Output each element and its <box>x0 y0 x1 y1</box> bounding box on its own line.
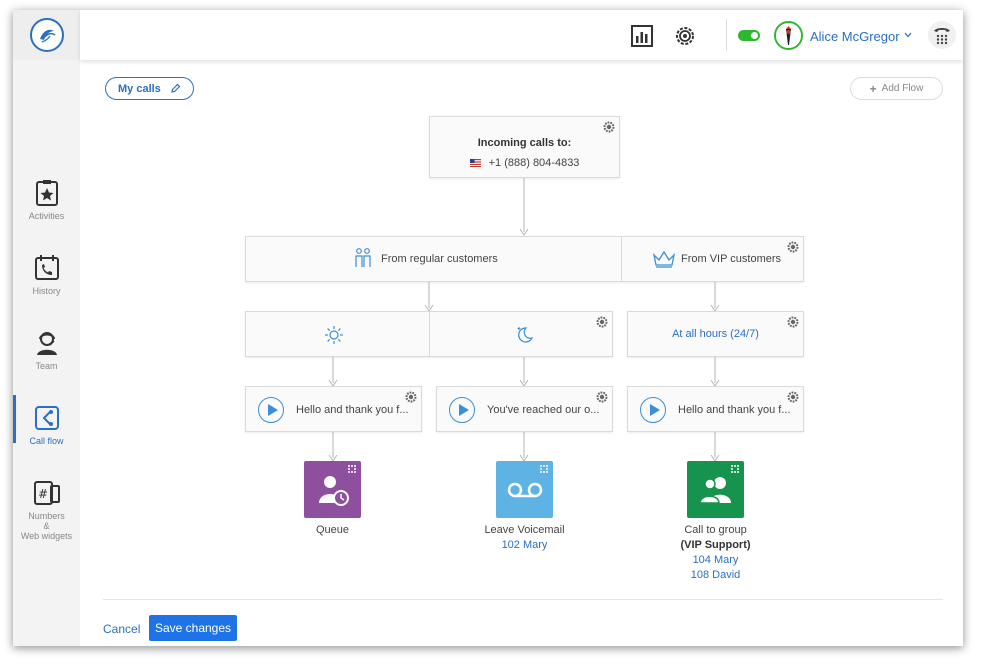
people-icon <box>355 248 371 267</box>
queue-title: Queue <box>315 524 350 536</box>
star-clipboard-icon <box>35 180 58 206</box>
sidebar-item-label: Call flow <box>29 436 64 446</box>
call-group-name: (VIP Support) <box>680 539 751 551</box>
vip-customers-branch[interactable]: From VIP customers <box>622 237 803 281</box>
call-group-title: Call to group <box>684 524 747 536</box>
availability-toggle[interactable] <box>738 30 760 41</box>
queue-label: Queue <box>284 523 381 538</box>
avatar[interactable] <box>774 21 803 50</box>
greeting-text: Hello and thank you f... <box>678 404 791 416</box>
group-member-link[interactable]: 108 David <box>660 568 771 583</box>
incoming-calls-title: Incoming calls to: <box>477 137 572 149</box>
daytime-branch[interactable] <box>246 312 429 356</box>
all-hours-box[interactable]: At all hours (24/7) <box>627 311 804 357</box>
user-name[interactable]: Alice McGregor <box>810 29 900 44</box>
crown-icon <box>652 250 676 268</box>
voicemail-title: Leave Voicemail <box>484 524 565 536</box>
vip-customers-label: From VIP customers <box>681 253 782 265</box>
voicemail-label: Leave Voicemail 102 Mary <box>469 523 580 553</box>
my-calls-label: My calls <box>118 82 161 95</box>
greeting-box-regular-night[interactable]: You've reached our o... <box>436 386 613 432</box>
gear-icon[interactable] <box>596 391 608 403</box>
plus-icon: + <box>869 81 877 96</box>
play-icon[interactable] <box>258 397 284 423</box>
incoming-calls-box[interactable]: Incoming calls to: +1 (888) 804-4833 <box>429 116 620 178</box>
greeting-text: You've reached our o... <box>487 404 600 416</box>
settings-gear-icon[interactable] <box>673 24 697 48</box>
sidebar-item-call-flow[interactable]: Call flow <box>13 395 80 463</box>
bar-chart-icon[interactable] <box>630 24 654 48</box>
queue-tile[interactable] <box>304 461 361 518</box>
gear-icon[interactable] <box>405 391 417 403</box>
cancel-button[interactable]: Cancel <box>103 622 140 636</box>
dots-menu-icon[interactable] <box>539 464 549 474</box>
sidebar-item-label: Activities <box>28 211 65 221</box>
voicemail-icon <box>507 482 543 498</box>
add-flow-button[interactable]: + Add Flow <box>850 77 943 100</box>
divider <box>726 19 727 51</box>
sidebar-item-label: Numbers & Web widgets <box>20 511 73 541</box>
dialpad-button[interactable] <box>928 21 956 49</box>
time-split-box <box>245 311 613 357</box>
all-hours-label: At all hours (24/7) <box>672 328 759 340</box>
sidebar-item-history[interactable]: History <box>13 253 80 313</box>
call-flow-icon <box>34 406 59 430</box>
sidebar-item-activities[interactable]: Activities <box>13 178 80 238</box>
gear-icon[interactable] <box>787 241 799 253</box>
voicemail-extension[interactable]: 102 Mary <box>469 538 580 553</box>
gear-icon[interactable] <box>787 391 799 403</box>
user-avatar-icon <box>776 23 801 48</box>
regular-customers-branch[interactable]: From regular customers <box>246 237 621 281</box>
svg-text:#: # <box>38 487 48 501</box>
sidebar-item-label: History <box>32 286 61 296</box>
call-group-tile[interactable] <box>687 461 744 518</box>
hash-phone-icon: # <box>33 481 60 505</box>
sidebar: Activities History Team Call flow # Numb… <box>13 10 80 646</box>
chevron-down-icon[interactable] <box>904 32 912 38</box>
footer-divider <box>103 599 943 600</box>
greeting-box-regular-day[interactable]: Hello and thank you f... <box>245 386 422 432</box>
add-flow-label: Add Flow <box>881 83 924 94</box>
voicemail-tile[interactable] <box>496 461 553 518</box>
gear-icon[interactable] <box>596 316 608 328</box>
sidebar-item-team[interactable]: Team <box>13 328 80 388</box>
pencil-icon <box>171 83 181 93</box>
gear-icon[interactable] <box>787 316 799 328</box>
save-changes-button[interactable]: Save changes <box>149 615 237 641</box>
phone-calendar-icon <box>34 255 59 280</box>
dots-menu-icon[interactable] <box>730 464 740 474</box>
call-group-label: Call to group (VIP Support) 104 Mary 108… <box>660 523 771 583</box>
my-calls-button[interactable]: My calls <box>105 77 194 100</box>
headset-person-icon <box>36 332 57 355</box>
sun-icon <box>325 326 343 344</box>
gear-icon[interactable] <box>603 121 615 133</box>
greeting-text: Hello and thank you f... <box>296 404 409 416</box>
app-logo[interactable] <box>13 10 80 60</box>
play-icon[interactable] <box>449 397 475 423</box>
top-bar: Alice McGregor <box>80 10 963 60</box>
group-member-link[interactable]: 104 Mary <box>660 553 771 568</box>
dialpad-phone-icon <box>934 28 950 45</box>
queue-person-clock-icon <box>319 476 349 506</box>
moon-icon <box>517 327 534 343</box>
sidebar-item-label: Team <box>35 361 58 371</box>
group-people-icon <box>699 477 731 504</box>
us-flag-icon <box>469 159 481 168</box>
play-icon[interactable] <box>640 397 666 423</box>
incoming-number-text: +1 (888) 804-4833 <box>488 157 580 169</box>
logo-icon <box>29 18 64 52</box>
regular-customers-label: From regular customers <box>381 253 498 265</box>
sidebar-item-numbers[interactable]: # Numbers & Web widgets <box>13 478 80 541</box>
incoming-number: +1 (888) 804-4833 <box>430 157 619 169</box>
greeting-box-vip[interactable]: Hello and thank you f... <box>627 386 804 432</box>
customer-split-box: From regular customers From VIP customer… <box>245 236 804 282</box>
app-window: Activities History Team Call flow # Numb… <box>13 10 963 646</box>
nighttime-branch[interactable] <box>430 312 612 356</box>
